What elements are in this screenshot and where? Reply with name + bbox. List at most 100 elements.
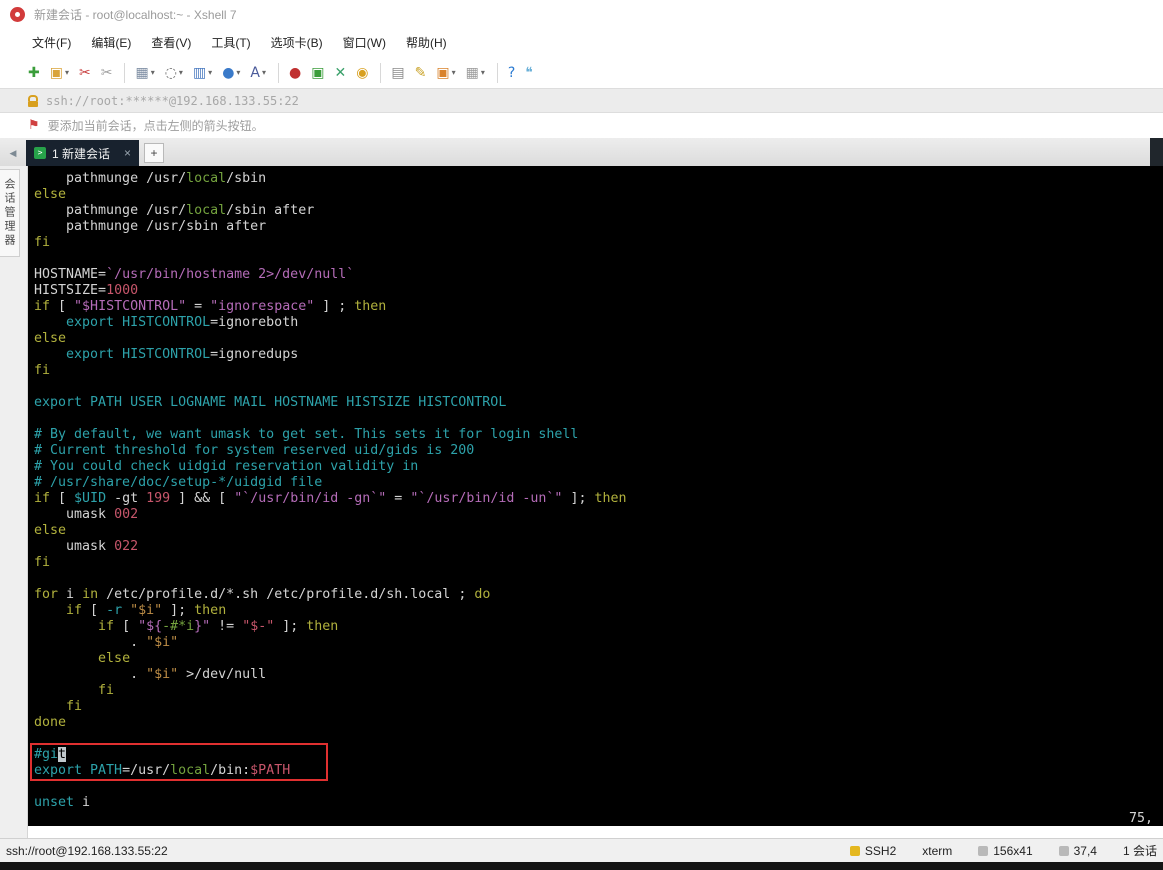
code-token: local (170, 763, 211, 778)
code-token: # By default, we want umask to get set. … (34, 427, 579, 442)
code-token: ] ; (314, 299, 355, 314)
feedback-icon-glyph: ❝ (525, 64, 533, 81)
code-token: 002 (114, 507, 139, 522)
open-folder-icon[interactable]: ▣ ▾ (46, 61, 73, 85)
highlight-pen-icon[interactable]: ✎ (411, 61, 431, 85)
keyboard-icon-glyph: ▤ (391, 64, 405, 81)
menu-edit[interactable]: 编辑(E) (81, 30, 141, 55)
code-token: fi (98, 683, 115, 698)
dropdown-caret-icon[interactable]: ▾ (262, 68, 266, 77)
help-icon[interactable]: ? (504, 61, 519, 85)
code-token: -r (106, 603, 123, 618)
notice-text: 要添加当前会话，点击左侧的箭头按钮。 (47, 119, 264, 133)
code-token: $UID (74, 491, 107, 506)
code-token: [ (50, 299, 75, 314)
address-bar[interactable]: ssh://root:******@192.168.133.55:22 (0, 88, 1163, 113)
code-token: "$-" (242, 619, 275, 634)
terminal-line: # By default, we want umask to get set. … (34, 427, 1163, 443)
code-token: fi (34, 235, 51, 250)
terminal-content: pathmunge /usr/local/sbin else pathmunge … (34, 171, 1163, 811)
menu-tools[interactable]: 工具(T) (201, 30, 260, 55)
code-token: `/usr/bin/hostname 2>/dev/null` (106, 267, 355, 282)
code-token: -#*i (162, 619, 195, 634)
dropdown-caret-icon[interactable]: ▾ (452, 68, 456, 77)
new-file-icon-glyph: ▣ (436, 64, 450, 81)
dropdown-caret-icon[interactable]: ▾ (236, 68, 240, 77)
panes-icon[interactable]: ▦ ▾ (462, 61, 489, 85)
new-file-icon[interactable]: ▣ ▾ (432, 61, 459, 85)
keyboard-icon[interactable]: ▤ (387, 61, 408, 85)
menu-help[interactable]: 帮助(H) (396, 30, 457, 55)
file-transfer-icon[interactable]: ▣ (307, 61, 328, 85)
code-token: # Current threshold for system reserved … (34, 443, 475, 458)
tab-close-icon[interactable]: × (124, 146, 131, 160)
status-cursor-position: 37,4 (1058, 843, 1097, 858)
code-token: i (58, 587, 83, 602)
status-cursor-position-label: 37,4 (1073, 843, 1097, 858)
sidebar-tab-session-manager[interactable]: 会话管理器 (0, 169, 20, 257)
code-token: then (354, 299, 387, 314)
reconnect-icon-glyph: ✂ (100, 64, 113, 81)
lock-screen-icon[interactable]: ◉ (352, 61, 372, 85)
font-icon[interactable]: A ▾ (246, 61, 270, 85)
dropdown-caret-icon[interactable]: ▾ (65, 68, 69, 77)
code-token: export PATH USER LOGNAME MAIL HOSTNAME H… (34, 395, 507, 410)
code-token: [ (82, 603, 107, 618)
code-token: then (306, 619, 339, 634)
code-token: [ (114, 619, 139, 634)
fullscreen-icon[interactable]: ✕ (330, 61, 350, 85)
web-browser-icon[interactable]: ● ▾ (218, 61, 244, 85)
menu-window[interactable]: 窗口(W) (333, 30, 396, 55)
code-token: $PATH (250, 763, 291, 778)
status-connection: ssh://root@192.168.133.55:22 (6, 843, 168, 858)
menu-tabs[interactable]: 选项卡(B) (261, 30, 333, 55)
disconnect-icon[interactable]: ✂ (75, 61, 95, 85)
code-token: else (34, 187, 67, 202)
dropdown-caret-icon[interactable]: ▾ (481, 68, 485, 77)
add-session-arrow-button[interactable]: ◀ (4, 144, 22, 162)
status-bar: ssh://root@192.168.133.55:22 SSH2 xterm 15… (0, 838, 1163, 862)
tile-layout-icon-glyph: ▥ (192, 64, 207, 81)
feedback-icon[interactable]: ❝ (521, 61, 537, 85)
new-session-icon[interactable]: ✚ (24, 61, 44, 85)
code-token: 022 (114, 539, 139, 554)
dropdown-caret-icon[interactable]: ▾ (179, 68, 183, 77)
code-token: if (98, 619, 115, 634)
xshell-window: 新建会话 - root@localhost:~ - Xshell 7 文件(F)… (0, 0, 1163, 870)
tile-layout-icon[interactable]: ▥ ▾ (189, 61, 216, 85)
code-token: pathmunge /usr/ (34, 203, 187, 218)
properties-icon[interactable]: ▦ ▾ (131, 61, 158, 85)
dropdown-caret-icon[interactable]: ▾ (208, 68, 212, 77)
tab-session-1[interactable]: > 1 新建会话 × (26, 140, 140, 166)
find-icon-glyph: ◌ (164, 64, 177, 81)
code-token: /sbin (226, 171, 267, 186)
code-token: >/dev/null (178, 667, 267, 682)
find-icon[interactable]: ◌ ▾ (161, 61, 187, 85)
highlight-pen-icon-glyph: ✎ (414, 64, 427, 81)
status-session-count: 1 会话 (1123, 842, 1157, 859)
code-token: fi (66, 699, 83, 714)
record-log-icon[interactable]: ● (285, 61, 305, 85)
new-tab-button[interactable]: + (144, 143, 165, 163)
reconnect-icon[interactable]: ✂ (97, 61, 117, 85)
terminal-line: export PATH USER LOGNAME MAIL HOSTNAME H… (34, 395, 1163, 411)
lock-screen-icon-glyph: ◉ (356, 64, 369, 81)
terminal-line: #git (34, 747, 1163, 763)
vi-ruler: 75, (1128, 811, 1153, 826)
menu-view[interactable]: 查看(V) (141, 30, 201, 55)
menu-bar: 文件(F) 编辑(E) 查看(V) 工具(T) 选项卡(B) 窗口(W) 帮助(H) (0, 28, 1163, 57)
code-token: /bin: (210, 763, 251, 778)
terminal-line: if [ "$HISTCONTROL" = "ignorespace" ] ; … (34, 299, 1163, 315)
code-token: . (34, 635, 147, 650)
code-token: =ignoreboth (210, 315, 299, 330)
dropdown-caret-icon[interactable]: ▾ (151, 68, 155, 77)
terminal-line: if [ "${-#*i}" != "$-" ]; then (34, 619, 1163, 635)
code-token: "$i" (146, 635, 179, 650)
terminal-line: umask 022 (34, 539, 1163, 555)
terminal-screen[interactable]: pathmunge /usr/local/sbin else pathmunge … (28, 166, 1163, 826)
menu-file[interactable]: 文件(F) (22, 30, 81, 55)
terminal-line: fi (34, 363, 1163, 379)
